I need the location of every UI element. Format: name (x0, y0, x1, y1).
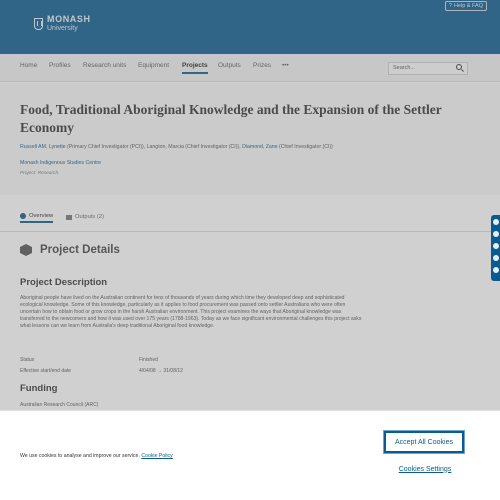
shield-icon (34, 17, 43, 30)
top-banner: MONASH University ? Help & FAQ (0, 0, 500, 54)
investigators: Russell AM, Lynette (Primary Chief Inves… (20, 144, 480, 151)
dates-label: Effective start/end date (20, 368, 72, 374)
project-description-heading: Project Description (20, 277, 108, 288)
cookie-banner: We use cookies to analyse and improve ou… (0, 410, 500, 500)
investigator-role: (Chief Investigator (CI)) (277, 144, 333, 150)
twitter-icon[interactable] (493, 243, 499, 249)
funding-heading: Funding (20, 383, 58, 394)
facebook-icon[interactable] (493, 231, 499, 237)
linkedin-icon[interactable] (493, 255, 499, 261)
question-icon: ? (448, 2, 452, 9)
project-details-icon (20, 244, 32, 256)
logo-line1: MONASH (47, 14, 91, 24)
nav-equipment[interactable]: Equipment (138, 62, 169, 69)
organisation-link[interactable]: Monash Indigenous Studies Centre (20, 160, 101, 166)
investigator-langton: Langton, Marcia (Chief Investigator (CI)… (146, 144, 243, 150)
main-nav: Home Profiles Research units Equipment P… (0, 54, 500, 82)
email-icon[interactable] (493, 267, 499, 273)
search-icon[interactable] (456, 64, 462, 70)
project-header: Food, Traditional Aboriginal Knowledge a… (0, 83, 500, 195)
nav-projects[interactable]: Projects (182, 62, 208, 74)
investigator-link-diamond[interactable]: Diamond, Zane (242, 144, 277, 150)
cookie-notice: We use cookies to analyse and improve ou… (20, 453, 173, 459)
nav-home[interactable]: Home (20, 62, 37, 69)
status-value: Finished (139, 357, 158, 363)
logo-line2: University (47, 25, 78, 32)
monash-logo[interactable]: MONASH University (34, 15, 91, 32)
project-type: Project: Research (20, 171, 59, 176)
tab-overview-label: Overview (29, 212, 54, 219)
tab-overview[interactable]: Overview (20, 211, 54, 223)
investigator-link-russell[interactable]: Russell AM, Lynette (20, 144, 66, 150)
help-faq-label: Help & FAQ (453, 2, 483, 9)
funding-item: Australian Research Council (ARC) (20, 402, 99, 408)
help-faq-button[interactable]: ? Help & FAQ (444, 1, 487, 11)
info-icon (20, 212, 26, 219)
page-title: Food, Traditional Aboriginal Knowledge a… (20, 102, 442, 135)
project-details-heading: Project Details (40, 244, 120, 256)
document-icon (66, 214, 72, 220)
accept-all-cookies-button[interactable]: Accept All Cookies (384, 431, 464, 453)
cookie-text: We use cookies to analyse and improve ou… (20, 453, 140, 459)
dates-value: 4/04/08 → 31/08/12 (139, 368, 183, 374)
cookies-settings-button[interactable]: Cookies Settings (396, 463, 454, 475)
project-description: Aboriginal people have lived on the Aust… (20, 295, 362, 329)
investigator-role: (Primary Chief Investigator (PCI)), (65, 144, 147, 150)
tab-outputs-label: Outputs (2) (75, 214, 104, 220)
nav-profiles[interactable]: Profiles (49, 62, 71, 69)
content-tabs: Overview Outputs (2) (0, 206, 500, 232)
nav-research-units[interactable]: Research units (83, 62, 126, 69)
status-label: Status (20, 357, 35, 363)
cookie-policy-link[interactable]: Cookie Policy (141, 453, 172, 459)
share-icon[interactable] (493, 219, 499, 225)
nav-more-button[interactable]: ••• (282, 62, 289, 69)
nav-outputs[interactable]: Outputs (218, 62, 241, 69)
tab-outputs[interactable]: Outputs (2) (66, 211, 104, 223)
share-bar (491, 215, 500, 281)
nav-prizes[interactable]: Prizes (253, 62, 271, 69)
